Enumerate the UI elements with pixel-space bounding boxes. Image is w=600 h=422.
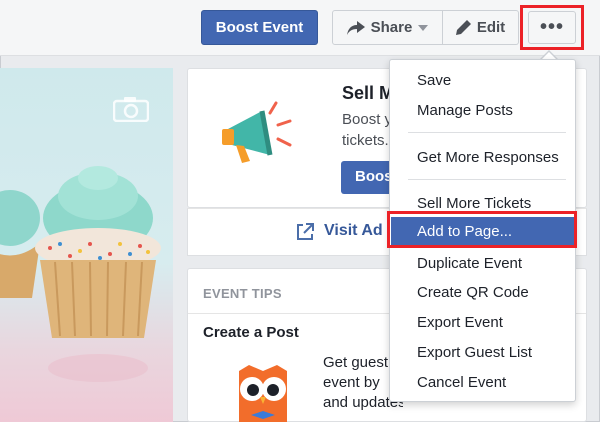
- boost-event-button[interactable]: Boost Event: [201, 10, 318, 45]
- megaphone-icon: [222, 101, 292, 163]
- menu-item-export-guest-list[interactable]: Export Guest List: [391, 338, 574, 366]
- pencil-icon: [455, 20, 471, 35]
- highlight-outline: [387, 211, 577, 248]
- menu-item-label: Cancel Event: [417, 373, 507, 391]
- menu-item-label: Duplicate Event: [417, 254, 523, 272]
- event-action-bar: Boost Event Share Edit •••: [0, 0, 600, 56]
- edit-button[interactable]: Edit: [443, 10, 519, 45]
- share-button[interactable]: Share: [332, 10, 443, 45]
- share-arrow-icon: [346, 20, 365, 35]
- share-label: Share: [370, 19, 413, 36]
- event-tips-header: EVENT TIPS: [203, 286, 282, 301]
- menu-item-export-event[interactable]: Export Event: [391, 308, 574, 336]
- sell-card-title: Sell M: [342, 83, 395, 103]
- menu-item-label: Manage Posts: [417, 101, 513, 119]
- edit-label: Edit: [476, 19, 506, 36]
- boost-event-label: Boost Event: [215, 19, 304, 36]
- menu-item-create-qr-code[interactable]: Create QR Code: [391, 278, 574, 306]
- menu-item-duplicate-event[interactable]: Duplicate Event: [391, 249, 574, 277]
- menu-item-manage-posts[interactable]: Manage Posts: [391, 96, 574, 124]
- more-options-button[interactable]: •••: [520, 5, 584, 50]
- chevron-down-icon: [418, 24, 429, 31]
- menu-item-cancel-event[interactable]: Cancel Event: [391, 368, 574, 396]
- event-cover-photo[interactable]: [0, 68, 173, 422]
- menu-item-label: Export Guest List: [417, 343, 533, 361]
- menu-item-label: Sell More Tickets: [417, 194, 532, 212]
- external-link-icon: [297, 223, 314, 240]
- menu-item-label: Create QR Code: [417, 283, 529, 301]
- menu-separator: [408, 132, 566, 133]
- more-options-icon: •••: [528, 11, 576, 44]
- menu-item-label: Save: [417, 71, 452, 89]
- menu-item-get-more-responses[interactable]: Get More Responses: [391, 143, 574, 171]
- owl-icon: [239, 365, 287, 422]
- event-tips-title: Create a Post: [203, 324, 299, 341]
- visit-ad-label: Visit Ad: [324, 222, 383, 239]
- menu-item-label: Export Event: [417, 313, 503, 331]
- camera-icon[interactable]: [113, 96, 149, 122]
- menu-item-label: Get More Responses: [417, 148, 559, 166]
- menu-separator: [408, 179, 566, 180]
- menu-item-save[interactable]: Save: [391, 66, 574, 94]
